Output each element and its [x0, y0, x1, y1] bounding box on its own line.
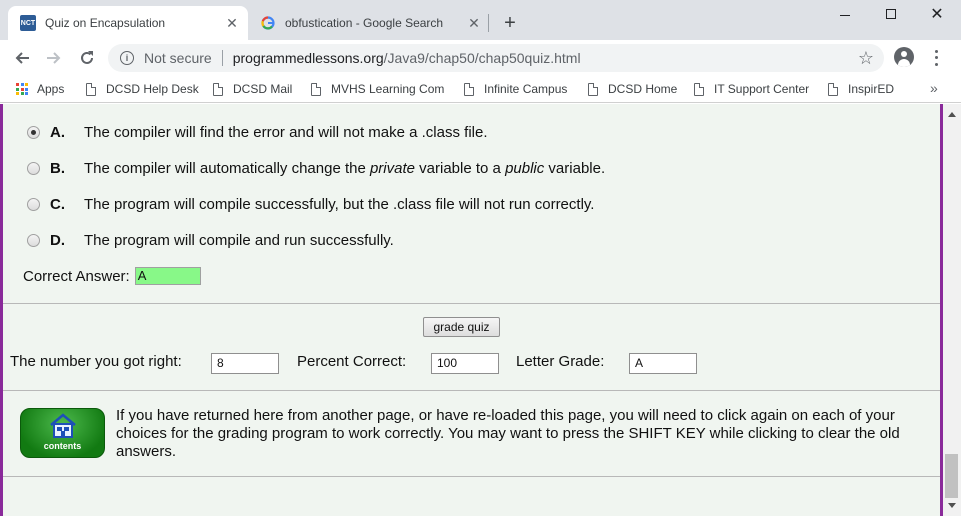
tab-title: Quiz on Encapsulation	[45, 16, 166, 30]
profile-avatar-icon[interactable]	[894, 47, 914, 67]
divider	[3, 476, 940, 477]
bookmark-label: DCSD Help Desk	[106, 82, 199, 96]
apps-grid-icon	[16, 83, 28, 95]
answer-option-a[interactable]: A. The compiler will find the error and …	[27, 124, 488, 141]
bookmark-label: Apps	[37, 82, 65, 96]
back-arrow-icon[interactable]	[8, 44, 36, 72]
answer-option-d[interactable]: D. The program will compile and run succ…	[27, 232, 394, 249]
scroll-down-arrow-icon[interactable]	[948, 503, 956, 508]
close-window-icon[interactable]: ✕	[914, 0, 960, 28]
tab-google-search[interactable]: obfustication - Google Search ✕	[250, 6, 490, 40]
option-text: The compiler will automatically change t…	[84, 160, 606, 177]
page-icon	[694, 82, 704, 96]
option-letter: B.	[50, 160, 65, 177]
radio-button-c[interactable]	[27, 198, 40, 211]
browser-toolbar: i Not secure programmedlessons.org/Java9…	[0, 40, 961, 76]
letter-grade-label: Letter Grade:	[516, 353, 605, 370]
page-scrollbar[interactable]	[943, 104, 961, 516]
option-text: The program will compile and run success…	[84, 232, 394, 249]
google-icon	[260, 15, 276, 31]
tab-divider	[488, 14, 489, 32]
radio-button-d[interactable]	[27, 234, 40, 247]
tab-title: obfustication - Google Search	[285, 16, 444, 30]
instruction-note: If you have returned here from another p…	[116, 407, 900, 460]
contents-label: contents	[43, 441, 82, 451]
bookmark-label: Infinite Campus	[484, 82, 568, 96]
option-text: The program will compile successfully, b…	[84, 196, 595, 213]
answer-option-b[interactable]: B. The compiler will automatically chang…	[27, 160, 605, 177]
percent-correct-label: Percent Correct:	[297, 353, 407, 370]
correct-answer-row: Correct Answer: A	[23, 267, 201, 285]
correct-answer-field: A	[134, 267, 201, 285]
bookmark-mvhs-learning[interactable]: MVHS Learning Com	[311, 82, 446, 96]
house-icon	[50, 413, 76, 438]
reload-icon[interactable]	[73, 44, 101, 72]
number-right-field[interactable]: 8	[211, 353, 279, 374]
omnibox-divider	[221, 50, 223, 66]
page-icon	[86, 82, 96, 96]
option-text: The compiler will find the error and wil…	[84, 124, 488, 141]
info-icon[interactable]: i	[120, 51, 134, 65]
minimize-window-icon[interactable]	[822, 0, 868, 28]
radio-button-a[interactable]	[27, 126, 40, 139]
bookmark-dcsd-home[interactable]: DCSD Home	[588, 82, 677, 96]
bookmarks-overflow-icon[interactable]: »	[930, 80, 938, 96]
bookmark-dcsd-help-desk[interactable]: DCSD Help Desk	[86, 82, 199, 96]
divider	[3, 303, 940, 304]
bookmark-star-icon[interactable]: ☆	[858, 48, 874, 68]
bookmark-dcsd-mail[interactable]: DCSD Mail	[213, 82, 292, 96]
bookmark-inspired[interactable]: InspirED	[828, 82, 894, 96]
scroll-up-arrow-icon[interactable]	[948, 112, 956, 117]
url-path: /Java9/chap50/chap50quiz.html	[383, 50, 581, 66]
percent-correct-field[interactable]: 100	[431, 353, 499, 374]
correct-answer-label: Correct Answer:	[23, 267, 130, 285]
tab-strip: NCT Quiz on Encapsulation ✕ obfusticatio…	[0, 0, 961, 40]
scrollbar-thumb[interactable]	[945, 454, 958, 498]
option-letter: C.	[50, 196, 65, 213]
kebab-menu-icon[interactable]	[928, 48, 944, 68]
quiz-page: A. The compiler will find the error and …	[0, 104, 943, 516]
close-tab-icon[interactable]: ✕	[464, 13, 484, 33]
bookmark-label: MVHS Learning Com	[331, 82, 445, 96]
letter-grade-field[interactable]: A	[629, 353, 697, 374]
tab-quiz-on-encapsulation[interactable]: NCT Quiz on Encapsulation ✕	[8, 6, 248, 40]
number-right-label: The number you got right:	[10, 353, 182, 370]
answer-option-c[interactable]: C. The program will compile successfully…	[27, 196, 594, 213]
bookmark-label: InspirED	[848, 82, 895, 96]
bookmark-apps[interactable]: Apps	[16, 82, 64, 96]
divider	[3, 390, 940, 391]
close-tab-icon[interactable]: ✕	[222, 13, 242, 33]
bookmarks-bar: Apps DCSD Help Desk DCSD Mail MVHS Learn…	[0, 76, 961, 103]
nct-icon: NCT	[20, 15, 36, 31]
bookmark-label: DCSD Mail	[233, 82, 293, 96]
security-status: Not secure	[144, 50, 212, 66]
new-tab-plus-icon[interactable]: +	[498, 11, 522, 35]
option-letter: D.	[50, 232, 65, 249]
contents-button[interactable]: contents	[20, 408, 105, 458]
grade-quiz-button[interactable]: grade quiz	[423, 317, 500, 337]
forward-arrow-icon[interactable]	[40, 44, 68, 72]
page-icon	[828, 82, 838, 96]
bookmark-infinite-campus[interactable]: Infinite Campus	[464, 82, 567, 96]
page-icon	[588, 82, 598, 96]
url-host: programmedlessons.org	[232, 50, 384, 66]
page-icon	[213, 82, 223, 96]
bookmark-label: DCSD Home	[608, 82, 678, 96]
maximize-window-icon[interactable]	[868, 0, 914, 28]
page-icon	[311, 82, 321, 96]
option-letter: A.	[50, 124, 65, 141]
bookmark-label: IT Support Center	[714, 82, 810, 96]
radio-button-b[interactable]	[27, 162, 40, 175]
address-bar[interactable]: i Not secure programmedlessons.org/Java9…	[108, 44, 884, 72]
bookmark-it-support-center[interactable]: IT Support Center	[694, 82, 809, 96]
page-icon	[464, 82, 474, 96]
